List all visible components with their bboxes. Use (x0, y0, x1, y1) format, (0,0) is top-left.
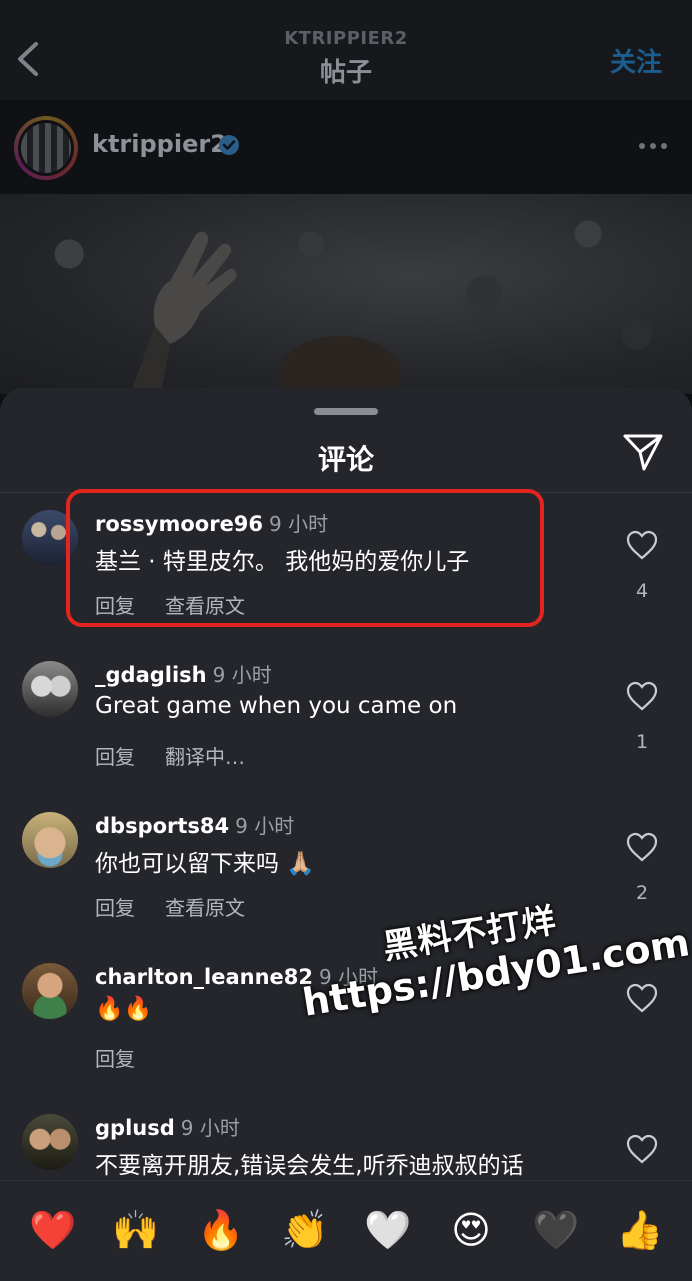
comment-time: 9 小时 (180, 1116, 240, 1140)
more-options-icon[interactable] (638, 142, 668, 150)
heart-icon[interactable] (626, 530, 658, 560)
avatar[interactable] (22, 812, 78, 868)
reply-button[interactable]: 回复 (95, 892, 135, 921)
avatar[interactable] (22, 1114, 78, 1170)
avatar[interactable] (22, 963, 78, 1019)
highlight-box (66, 489, 544, 627)
heart-icon[interactable] (626, 681, 658, 711)
avatar[interactable] (22, 661, 78, 717)
username-text[interactable]: dbsports84 (95, 814, 229, 838)
comments-title: 评论 (317, 443, 374, 476)
comment-actions: 回复 (95, 1043, 165, 1072)
comment-item: gplusd 9 小时 不要离开朋友,错误会发生,听乔迪叔叔的话 (0, 1114, 692, 1180)
comment-text: 不要离开朋友,错误会发生,听乔迪叔叔的话 (95, 1153, 524, 1179)
comment-actions: 回复 查看原文 (95, 892, 245, 921)
verified-badge-icon (219, 135, 239, 155)
username-text[interactable]: gplusd (95, 1116, 175, 1140)
comment-text: 你也可以留下来吗 🙏🏼 (95, 851, 315, 877)
comment-time: 9 小时 (235, 814, 295, 838)
comment-item: _gdaglish 9 小时 Great game when you came o… (0, 661, 692, 811)
player-head-graphic (278, 336, 402, 394)
reply-button[interactable]: 回复 (95, 741, 135, 770)
username-text[interactable]: _gdaglish (95, 663, 207, 687)
emoji-red-heart-button[interactable]: ❤️ (29, 1207, 76, 1253)
post-photo (0, 194, 692, 394)
emoji-heart-eyes-button[interactable]: 😍 (448, 1207, 494, 1253)
reply-button[interactable]: 回复 (95, 1043, 135, 1072)
page-title: 帖子 (319, 58, 372, 88)
comment-actions: 回复 翻译中… (95, 741, 245, 770)
emoji-thumbs-up-button[interactable]: 👍 (616, 1207, 663, 1253)
emoji-reaction-bar: ❤️ 🙌 🔥 👏 🤍 😍 🖤 👍 (0, 1180, 692, 1281)
emoji-raised-hands-button[interactable]: 🙌 (112, 1207, 159, 1253)
comment-text: 🔥🔥 (95, 996, 153, 1022)
like-count: 1 (635, 731, 649, 753)
comment-username[interactable]: dbsports84 9 小时 (95, 810, 294, 839)
post-header: KTRIPPIER2 帖子 关注 (0, 0, 692, 100)
waving-hand-graphic (130, 231, 237, 394)
emoji-white-heart-button[interactable]: 🤍 (364, 1207, 411, 1253)
comment-text: Great game when you came on (95, 693, 458, 719)
send-icon[interactable] (622, 432, 664, 472)
username-text[interactable]: charlton_leanne82 (95, 965, 313, 989)
author-avatar[interactable] (14, 116, 78, 180)
see-original-button[interactable]: 查看原文 (165, 896, 245, 920)
comment-username[interactable]: gplusd 9 小时 (95, 1114, 240, 1141)
post-author-row: ktrippier2 (0, 100, 692, 194)
sheet-grabber[interactable] (314, 408, 378, 415)
like-count: 4 (635, 580, 649, 602)
comment-username[interactable]: _gdaglish 9 小时 (95, 659, 272, 688)
heart-icon[interactable] (626, 1134, 658, 1164)
emoji-black-heart-button[interactable]: 🖤 (532, 1207, 579, 1253)
heart-icon[interactable] (626, 832, 658, 862)
author-username[interactable]: ktrippier2 (92, 130, 227, 158)
comment-time: 9 小时 (212, 663, 272, 687)
header-account-label: KTRIPPIER2 (284, 28, 408, 49)
translating-label: 翻译中… (165, 745, 245, 769)
emoji-clapping-hands-button[interactable]: 👏 (281, 1207, 328, 1253)
emoji-fire-button[interactable]: 🔥 (197, 1207, 244, 1253)
follow-button[interactable]: 关注 (610, 42, 662, 79)
